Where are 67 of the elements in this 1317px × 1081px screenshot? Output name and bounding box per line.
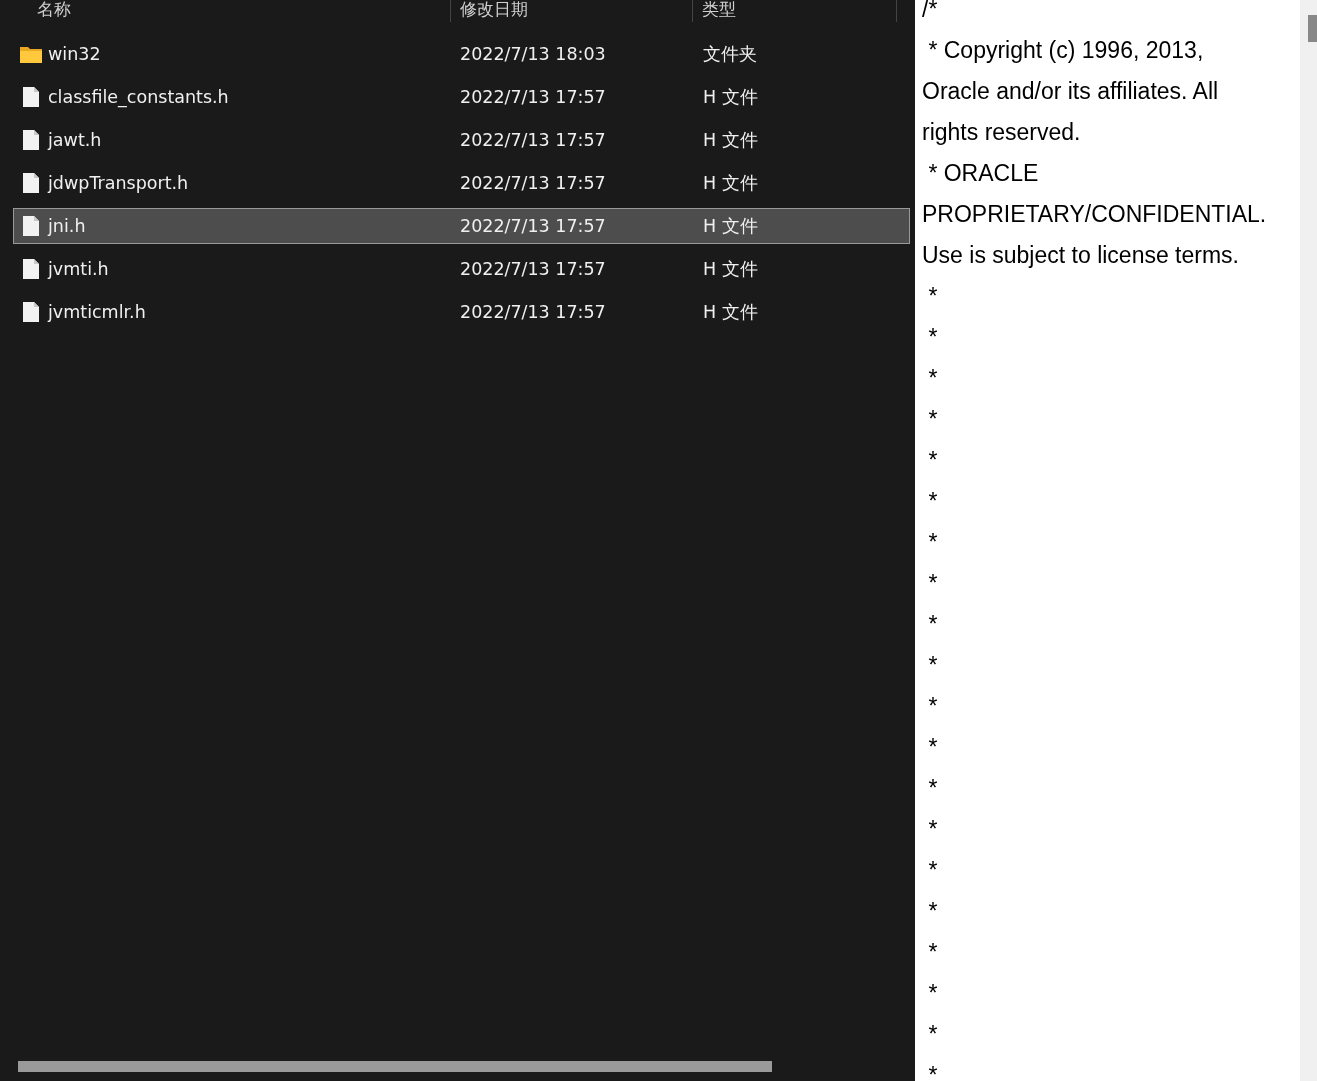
modified-date: 2022/7/13 18:03 — [460, 44, 606, 64]
modified-date: 2022/7/13 17:57 — [460, 259, 606, 279]
file-type: 文件夹 — [703, 44, 757, 64]
text-line: rights reserved. — [922, 118, 1082, 147]
text-line: * — [927, 733, 939, 762]
text-line: * — [927, 979, 939, 1008]
scrollbar-thumb[interactable] — [18, 1061, 772, 1072]
file-row[interactable]: jawt.h 2022/7/13 17:57 H 文件 — [13, 122, 910, 158]
column-header[interactable]: 类型 — [693, 0, 897, 22]
file-name: win32 — [48, 44, 101, 64]
file-type: H 文件 — [703, 302, 758, 322]
file-icon — [20, 302, 42, 322]
modified-date: 2022/7/13 17:57 — [460, 302, 606, 322]
file-row[interactable]: jni.h 2022/7/13 17:57 H 文件 — [13, 208, 910, 244]
text-line: * — [927, 364, 939, 393]
text-line: * — [927, 528, 939, 557]
text-line: Oracle and/or its affiliates. All — [922, 77, 1220, 106]
text-line: * Copyright (c) 1996, 2013, — [927, 36, 1205, 65]
folder-icon — [20, 45, 42, 63]
file-type: H 文件 — [703, 173, 758, 193]
file-icon — [20, 259, 42, 279]
text-line: * — [927, 692, 939, 721]
text-line: Use is subject to license terms. — [922, 241, 1240, 270]
file-row[interactable]: win32 2022/7/13 18:03 文件夹 — [13, 36, 910, 72]
file-row[interactable]: jdwpTransport.h 2022/7/13 17:57 H 文件 — [13, 165, 910, 201]
modified-date: 2022/7/13 17:57 — [460, 173, 606, 193]
text-line: * — [927, 651, 939, 680]
column-header[interactable]: 修改日期 — [451, 0, 693, 22]
file-icon — [20, 173, 42, 193]
file-row[interactable]: classfile_constants.h 2022/7/13 17:57 H 文件 — [13, 79, 910, 115]
file-name: jvmticmlr.h — [48, 302, 146, 322]
text-line: * — [927, 569, 939, 598]
text-line: * — [927, 856, 939, 885]
text-line: * — [927, 1020, 939, 1049]
file-name: jvmti.h — [48, 259, 109, 279]
file-icon — [20, 216, 42, 236]
text-line: * — [927, 487, 939, 516]
text-line: * — [927, 774, 939, 803]
modified-date: 2022/7/13 17:57 — [460, 87, 606, 107]
file-name: jdwpTransport.h — [48, 173, 189, 193]
modified-date: 2022/7/13 17:57 — [460, 216, 606, 236]
text-line: * ORACLE — [927, 159, 1040, 188]
text-line: * — [927, 323, 939, 352]
column-header[interactable]: 名称 — [0, 0, 451, 22]
file-row[interactable]: jvmti.h 2022/7/13 17:57 H 文件 — [13, 251, 910, 287]
file-type: H 文件 — [703, 130, 758, 150]
file-icon — [20, 130, 42, 150]
text-line: * — [927, 1061, 939, 1081]
text-line: * — [927, 610, 939, 639]
file-name: jni.h — [48, 216, 86, 236]
text-line: * — [927, 897, 939, 926]
text-line: * — [927, 405, 939, 434]
file-row[interactable]: jvmticmlr.h 2022/7/13 17:57 H 文件 — [13, 294, 910, 330]
text-line: * — [927, 938, 939, 967]
file-icon — [20, 87, 42, 107]
scrollbar-thumb[interactable] — [1308, 15, 1317, 42]
text-line: * — [927, 446, 939, 475]
file-type: H 文件 — [703, 216, 758, 236]
file-name: jawt.h — [48, 130, 102, 150]
modified-date: 2022/7/13 17:57 — [460, 130, 606, 150]
text-line: * — [927, 282, 939, 311]
file-type: H 文件 — [703, 259, 758, 279]
file-name: classfile_constants.h — [48, 87, 229, 107]
text-line: * — [927, 815, 939, 844]
text-line: PROPRIETARY/CONFIDENTIAL. — [922, 200, 1268, 229]
file-type: H 文件 — [703, 87, 758, 107]
text-line: /* — [922, 0, 939, 24]
